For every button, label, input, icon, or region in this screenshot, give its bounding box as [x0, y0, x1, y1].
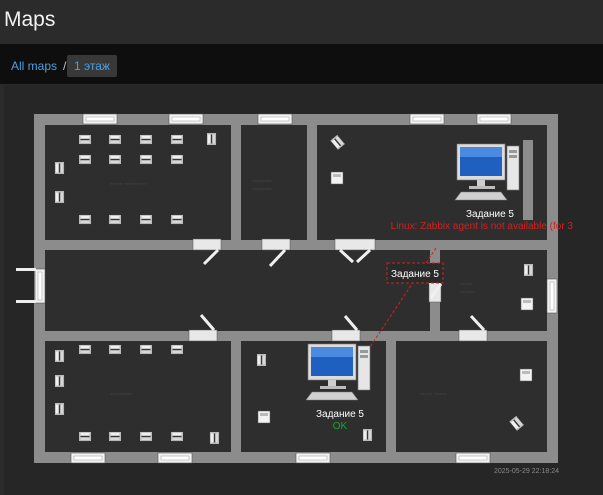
floor-plan: ▪▪▪▪▪ ▪▪▪▪▪▪▪▪▪ ▪▪▪▪▪▪▪▪ ▪▪▪▪▪▪▪▪ ▪▪▪▪▪▪… [16, 113, 574, 475]
svg-text:▪▪▪▪▪ ▪▪▪▪▪▪▪▪▪: ▪▪▪▪▪ ▪▪▪▪▪▪▪▪▪ [110, 181, 147, 188]
map-timestamp: 2025-05-29 22:18:24 [494, 468, 559, 475]
selected-element-label: Задание 5 [391, 269, 439, 280]
host-1-name: Задание 5 [466, 209, 514, 220]
entrance [16, 268, 36, 303]
svg-text:▪▪▪▪▪▪▪▪: ▪▪▪▪▪▪▪▪ [252, 178, 272, 185]
svg-text:▪▪▪▪▪▪▪▪: ▪▪▪▪▪▪▪▪ [252, 186, 272, 193]
svg-text:▪▪▪▪▪▪: ▪▪▪▪▪▪ [460, 289, 475, 296]
svg-text:▪▪▪▪▪: ▪▪▪▪▪ [460, 281, 473, 288]
svg-text:▪▪▪▪▪▪▪▪▪: ▪▪▪▪▪▪▪▪▪ [110, 391, 133, 398]
host-1-status: Linux: Zabbix agent is not available (fo… [391, 221, 574, 232]
host-2-status: OK [333, 421, 348, 432]
svg-text:▪▪▪▪▪ ▪▪▪▪▪: ▪▪▪▪▪ ▪▪▪▪▪ [420, 391, 447, 398]
host-2-name: Задание 5 [316, 409, 364, 420]
